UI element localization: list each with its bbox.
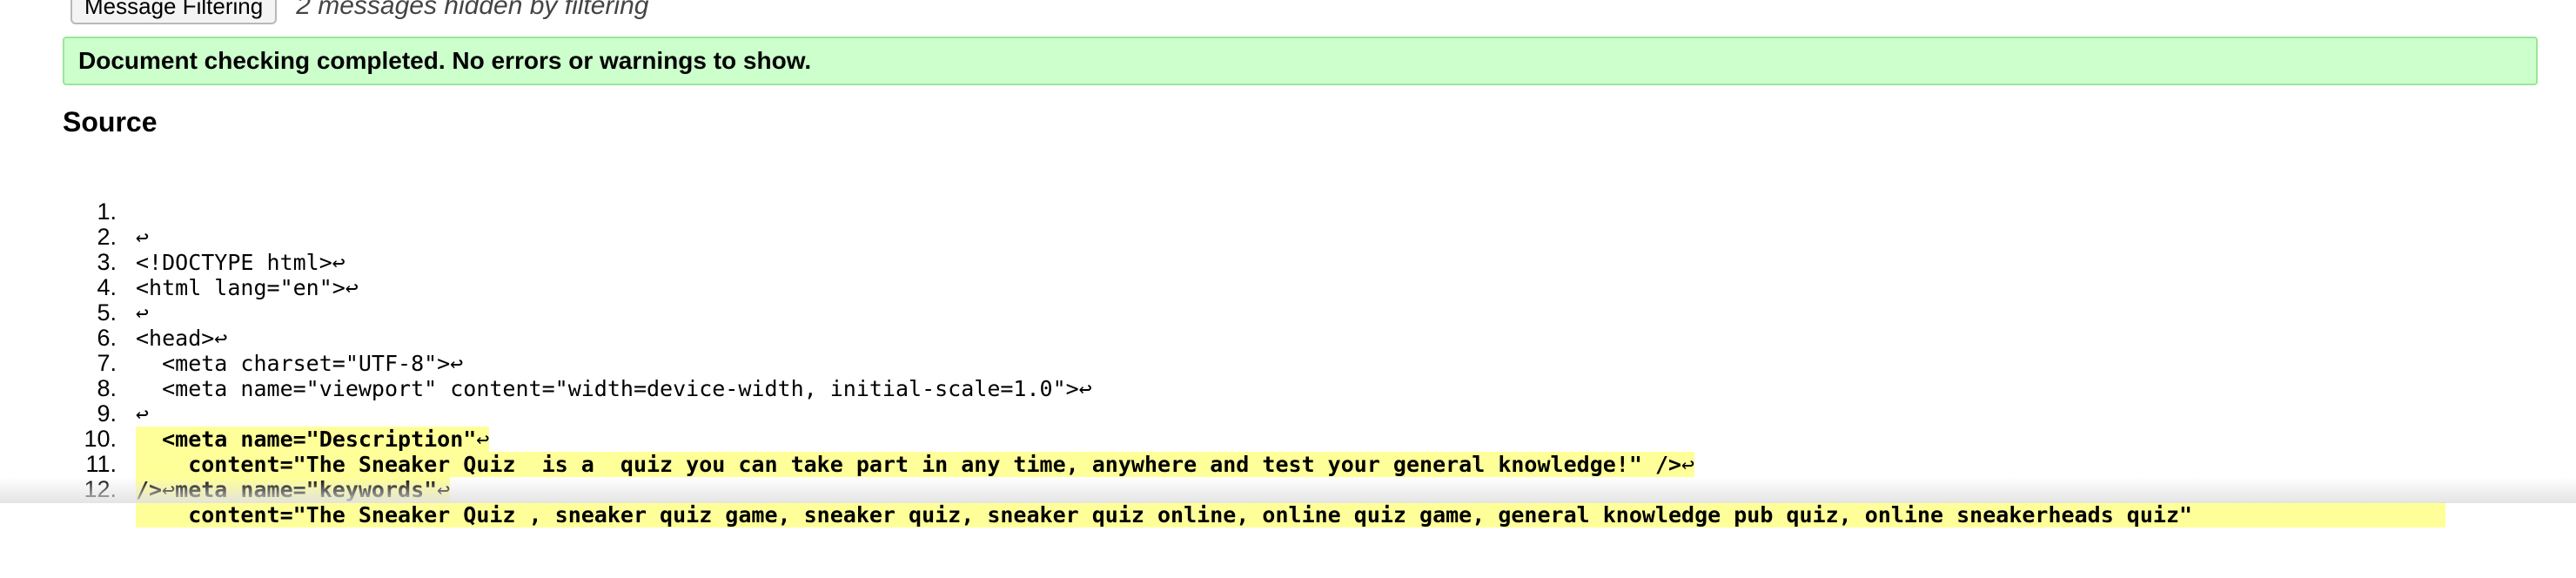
source-line: 7. <meta name="viewport" content="width=… — [0, 326, 2576, 402]
source-line: 3. <html lang="en">↩ — [0, 225, 2576, 301]
line-code-continuation: /> — [136, 477, 163, 502]
success-message-text: Document checking completed. No errors o… — [78, 47, 812, 74]
source-listing: 1. ↩ 2. <!DOCTYPE html>↩ 3. <html lang="… — [0, 174, 2576, 528]
source-line: 2. <!DOCTYPE html>↩ — [0, 199, 2576, 276]
source-line: 6. <meta charset="UTF-8">↩ — [0, 300, 2576, 377]
hidden-messages-note: 2 messages hidden by filtering — [296, 0, 649, 20]
filter-row: Message Filtering 2 messages hidden by f… — [70, 0, 648, 24]
line-number: 12. — [84, 476, 117, 502]
newline-icon: ↩ — [162, 477, 176, 502]
message-filtering-button[interactable]: Message Filtering — [70, 0, 278, 24]
source-line: 4. ↩ — [0, 250, 2576, 326]
success-message-box: Document checking completed. No errors o… — [63, 37, 2538, 85]
source-line: 5. <head>↩ — [0, 275, 2576, 352]
source-line-highlighted: 12. content="The Sneaker Quiz , sneaker … — [0, 452, 2576, 528]
source-line-highlighted: 11. <meta name="keywords"↩ — [0, 427, 2576, 502]
source-line-highlighted: 9. <meta name="Description"↩ — [0, 376, 2576, 452]
line-code: content="The Sneaker Quiz , sneaker quiz… — [136, 502, 2193, 528]
source-line: 8. ↩ — [0, 351, 2576, 427]
source-line-highlighted: 10. content="The Sneaker Quiz is a quiz … — [0, 401, 2576, 477]
source-line: 1. ↩ — [0, 174, 2576, 251]
source-heading: Source — [63, 106, 158, 138]
